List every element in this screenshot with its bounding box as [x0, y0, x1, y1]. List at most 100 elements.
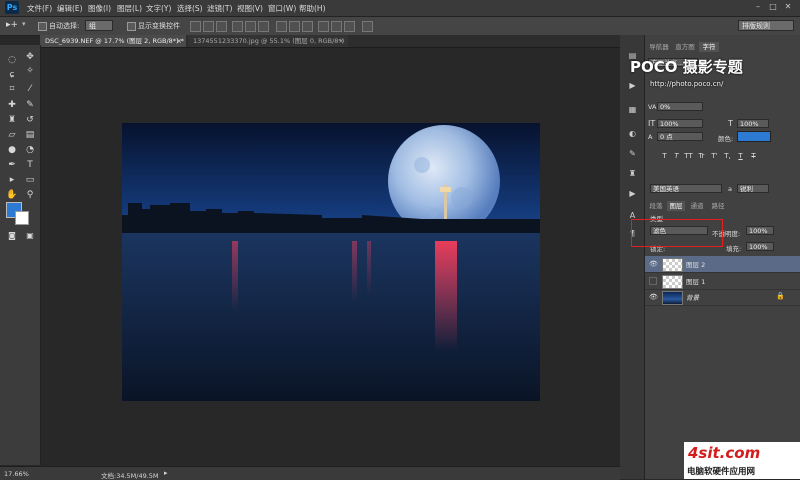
zoom-level[interactable]: 17.66% — [4, 470, 29, 478]
vertical-scale-field[interactable]: 100% — [657, 119, 703, 128]
close-tab-icon[interactable]: × — [339, 35, 344, 47]
actions-panel-icon[interactable]: ▶ — [627, 80, 638, 91]
distribute-bottom-icon[interactable] — [302, 21, 313, 32]
tab-dsc6939[interactable]: DSC_6939.NEF @ 17.7% (图层 2, RGB/8*) * × — [40, 35, 186, 47]
lasso-tool-icon[interactable]: ɕ — [6, 69, 18, 81]
tool-preset-chevron-icon[interactable]: ▾ — [22, 20, 26, 28]
menu-view[interactable]: 视图(V) — [237, 3, 263, 14]
style-smallcaps-icon[interactable]: Tr — [697, 152, 706, 160]
clone-stamp-tool-icon[interactable]: ♜ — [6, 114, 18, 126]
show-transform-checkbox[interactable] — [127, 22, 136, 31]
style-bold-icon[interactable]: T — [660, 152, 669, 160]
move-tool-icon[interactable]: ▸+ — [6, 20, 18, 30]
align-top-icon[interactable] — [190, 21, 201, 32]
tab-1374551233370[interactable]: 1374551233370.jpg @ 55.1% (图层 0, RGB/8*)… — [188, 35, 348, 57]
align-left-icon[interactable] — [232, 21, 243, 32]
shape-tool-icon[interactable]: ▭ — [24, 174, 36, 186]
align-right-icon[interactable] — [258, 21, 269, 32]
tab-paths[interactable]: 路径 — [709, 201, 727, 211]
fill-field[interactable]: 100% — [746, 242, 774, 251]
style-strikethrough-icon[interactable]: T — [749, 152, 758, 160]
status-arrow-icon[interactable]: ▸ — [164, 469, 168, 477]
type-tool-icon[interactable]: T — [24, 159, 36, 171]
style-subscript-icon[interactable]: T, — [723, 152, 732, 160]
horizontal-scale-field[interactable]: 100% — [737, 119, 769, 128]
night-city-photo[interactable] — [122, 123, 540, 401]
tab-layers[interactable]: 图层 — [667, 201, 685, 211]
move-tool-icon[interactable]: ✥ — [24, 51, 36, 63]
tab-channels[interactable]: 通道 — [688, 201, 706, 211]
pen-tool-icon[interactable]: ✒ — [6, 159, 18, 171]
history-brush-tool-icon[interactable]: ↺ — [24, 114, 36, 126]
auto-select-dropdown[interactable]: 组 — [85, 20, 113, 31]
marquee-tool-icon[interactable]: ◌ — [6, 54, 18, 66]
screen-mode-icon[interactable]: ▣ — [24, 230, 36, 242]
path-selection-tool-icon[interactable]: ▸ — [6, 174, 18, 186]
menu-edit[interactable]: 编辑(E) — [57, 3, 83, 14]
menu-layer[interactable]: 图层(L) — [117, 3, 142, 14]
clone-source-panel-icon[interactable]: ♜ — [627, 168, 638, 179]
quick-mask-icon[interactable]: ◙ — [6, 230, 18, 242]
adjustments-panel-icon[interactable]: ◐ — [627, 128, 638, 139]
tracking-field[interactable]: 0% — [657, 102, 703, 111]
distribute-hcenter-icon[interactable] — [331, 21, 342, 32]
layer-row[interactable]: 👁 图层 2 — [645, 256, 800, 273]
align-bottom-icon[interactable] — [216, 21, 227, 32]
layer-name[interactable]: 图层 2 — [686, 259, 705, 269]
menu-select[interactable]: 选择(S) — [177, 3, 203, 14]
gradient-tool-icon[interactable]: ▤ — [24, 129, 36, 141]
text-color-swatch[interactable] — [737, 131, 771, 142]
baseline-shift-field[interactable]: 0 点 — [657, 132, 703, 141]
background-color-swatch[interactable] — [15, 211, 29, 225]
blur-tool-icon[interactable]: ● — [6, 144, 18, 156]
healing-brush-tool-icon[interactable]: ✚ — [6, 99, 18, 111]
style-underline-icon[interactable]: T — [736, 152, 745, 160]
auto-select-checkbox[interactable] — [38, 22, 47, 31]
layer-name[interactable]: 背景 — [686, 292, 699, 302]
zoom-tool-icon[interactable]: ⚲ — [24, 189, 36, 201]
crop-tool-icon[interactable]: ⌗ — [6, 83, 18, 95]
visibility-eye-icon[interactable]: 👁 — [649, 293, 658, 301]
brush-tool-icon[interactable]: ✎ — [24, 99, 36, 111]
style-superscript-icon[interactable]: T' — [710, 152, 719, 160]
properties-panel-icon[interactable]: ▦ — [627, 104, 638, 115]
menu-help[interactable]: 帮助(H) — [299, 3, 326, 14]
align-vcenter-icon[interactable] — [203, 21, 214, 32]
close-window-button[interactable]: ✕ — [782, 2, 794, 12]
brush-panel-icon[interactable]: ✎ — [627, 148, 638, 159]
hand-tool-icon[interactable]: ✋ — [6, 189, 18, 201]
visibility-toggle[interactable] — [649, 277, 657, 285]
workspace-dropdown[interactable]: 排版规则 — [738, 20, 794, 31]
play-panel-icon[interactable]: ▶ — [627, 188, 638, 199]
style-allcaps-icon[interactable]: TT — [684, 152, 693, 160]
layer-name[interactable]: 图层 1 — [686, 276, 705, 286]
distribute-right-icon[interactable] — [344, 21, 355, 32]
opacity-field[interactable]: 100% — [746, 226, 774, 235]
style-italic-icon[interactable]: T — [672, 152, 681, 160]
close-tab-icon[interactable]: × — [177, 35, 182, 47]
eraser-tool-icon[interactable]: ▱ — [6, 129, 18, 141]
eyedropper-tool-icon[interactable]: ⁄ — [24, 83, 36, 95]
tab-histogram[interactable]: 直方图 — [673, 42, 697, 52]
tab-paragraph[interactable]: 段落 — [648, 201, 664, 211]
distribute-vcenter-icon[interactable] — [289, 21, 300, 32]
menu-type[interactable]: 文字(Y) — [146, 3, 171, 14]
distribute-top-icon[interactable] — [276, 21, 287, 32]
minimize-button[interactable]: – — [752, 2, 764, 12]
layer-row[interactable]: 👁 背景 🔒 — [645, 289, 800, 306]
menu-filter[interactable]: 滤镜(T) — [207, 3, 232, 14]
dodge-tool-icon[interactable]: ◔ — [24, 144, 36, 156]
language-dropdown[interactable]: 美国英语 — [650, 184, 722, 193]
maximize-button[interactable]: □ — [767, 2, 779, 12]
tab-navigator[interactable]: 导航器 — [647, 42, 671, 52]
magic-wand-tool-icon[interactable]: ✧ — [24, 65, 36, 77]
menu-window[interactable]: 窗口(W) — [268, 3, 296, 14]
layer-row[interactable]: 图层 1 — [645, 273, 800, 290]
antialias-dropdown[interactable]: 锐利 — [737, 184, 769, 193]
align-hcenter-icon[interactable] — [245, 21, 256, 32]
distribute-left-icon[interactable] — [318, 21, 329, 32]
auto-align-icon[interactable] — [362, 21, 373, 32]
menu-image[interactable]: 图像(I) — [88, 3, 111, 14]
menu-file[interactable]: 文件(F) — [27, 3, 52, 14]
tab-character[interactable]: 字符 — [699, 42, 719, 52]
